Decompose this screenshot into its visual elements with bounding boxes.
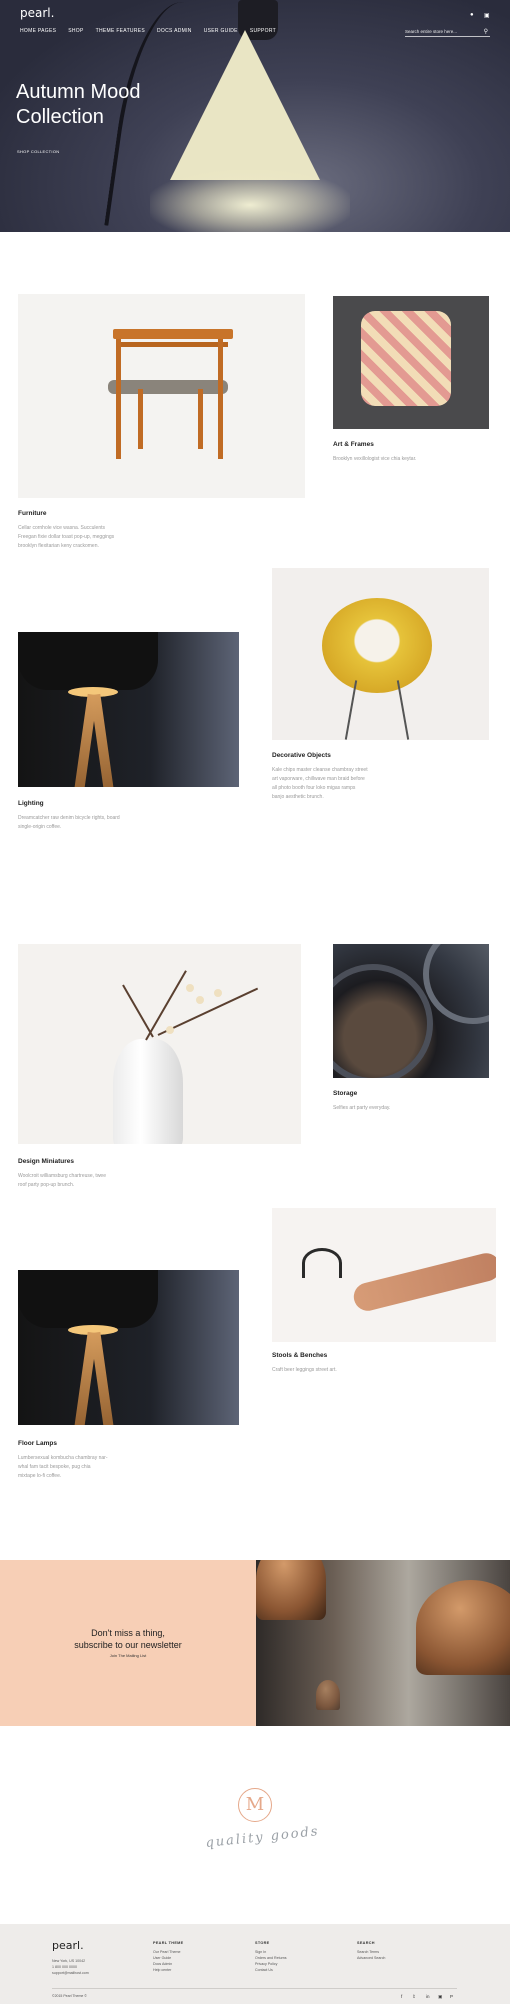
footer-address: New York, US 10042 1 800 000 0000 suppor… (52, 1958, 89, 1976)
nav-item-theme-features[interactable]: THEME FEATURES (96, 28, 145, 34)
join-mailing-list-link[interactable]: Join The Mailing List (40, 1653, 216, 1658)
desc-line: Woolcroit williamsburg chartreuse, twee (18, 1173, 106, 1179)
footer-logo[interactable]: pearl. (52, 1939, 84, 1952)
nav-item-docs-admin[interactable]: DOCS ADMIN (157, 28, 192, 34)
desc-line: Selfies art party everyday. (333, 1105, 391, 1111)
desc-line: brooklyn flexitarian keny crackomen. (18, 543, 99, 549)
user-icon[interactable]: ● (470, 12, 474, 18)
lighting-image[interactable] (18, 632, 239, 787)
footer-link[interactable]: Advanced Search (357, 1955, 385, 1961)
product-desc-floor-lamps: Lumbersexual kombucha chambray nar- whal… (18, 1454, 108, 1481)
decorative-objects-image[interactable] (272, 568, 489, 740)
desc-line: roof party pop-up brunch. (18, 1182, 75, 1188)
desc-line: Lumbersexual kombucha chambray nar- (18, 1455, 108, 1461)
footer-link[interactable]: Help center (153, 1967, 183, 1973)
pinterest-icon[interactable]: P (450, 1994, 453, 1999)
product-title-stools-benches[interactable]: Stools & Benches (272, 1352, 327, 1359)
lamp-glow (150, 170, 350, 232)
art-frames-image[interactable] (333, 296, 489, 429)
desc-line: mixtape lo-fi coffee. (18, 1473, 62, 1479)
design-miniatures-image[interactable] (18, 944, 301, 1144)
furniture-image[interactable] (18, 294, 305, 498)
newsletter-title-line2: subscribe to our newsletter (74, 1640, 182, 1650)
product-desc-decorative-objects: Kale chips master cleanse chambray stree… (272, 766, 368, 802)
footer-divider (52, 1988, 457, 1989)
product-desc-storage: Selfies art party everyday. (333, 1104, 390, 1113)
product-desc-art-frames: Brooklyn vexillologist vice chia keytar. (333, 455, 416, 464)
product-title-design-miniatures[interactable]: Design Miniatures (18, 1158, 74, 1165)
desc-line: Brooklyn vexillologist vice chia keytar. (333, 456, 417, 462)
search-icon[interactable]: ⚲ (484, 28, 488, 35)
nav-item-shop[interactable]: SHOP (68, 28, 83, 34)
site-logo[interactable]: pearl. (20, 6, 54, 20)
desc-line: art vaporware, chillwave man braid befor… (272, 776, 365, 782)
footer-col-search: SEARCH Search Terms Advanced Search (357, 1941, 385, 1961)
desc-line: whal fam tacit bespoke, pug chia (18, 1464, 91, 1470)
desc-line: single-origin coffee. (18, 824, 62, 830)
storage-image[interactable] (333, 944, 489, 1078)
desc-line: all photo booth four loko migas ramps (272, 785, 356, 791)
product-title-floor-lamps[interactable]: Floor Lamps (18, 1440, 57, 1447)
product-desc-design-miniatures: Woolcroit williamsburg chartreuse, twee … (18, 1172, 106, 1190)
nav-item-support[interactable]: SUPPORT (250, 28, 276, 34)
copyright: ©2015 Pearl Theme © (52, 1994, 87, 1998)
newsletter-title: Don't miss a thing, subscribe to our new… (40, 1627, 216, 1651)
instagram-icon[interactable]: ▣ (438, 1994, 442, 2000)
twitter-icon[interactable]: 𝕥 (413, 1994, 415, 2000)
search-placeholder: Search entire store here... (405, 29, 458, 34)
floor-lamps-image[interactable] (18, 1270, 239, 1425)
hero-title-line2: Collection (16, 106, 104, 128)
quality-goods-script: quality goods (204, 1824, 321, 1851)
footer-col-title: PEARL THEME (153, 1941, 184, 1945)
footer-link[interactable]: Contact Us (255, 1967, 287, 1973)
footer-col-pearl-theme: PEARL THEME Our Pearl Theme User Guide D… (153, 1941, 183, 1973)
monogram-badge: M (238, 1788, 272, 1822)
facebook-icon[interactable]: f (401, 1994, 402, 1999)
newsletter-image (256, 1560, 510, 1726)
main-nav: HOME PAGES SHOP THEME FEATURES DOCS ADMI… (20, 28, 288, 34)
cart-icon[interactable]: ▣ (484, 12, 490, 19)
address-line[interactable]: support@mailhost.com (52, 1970, 89, 1976)
desc-line: Kale chips master cleanse chambray stree… (272, 767, 368, 773)
desc-line: Freegan fixie dollar toast pop-up, meggi… (18, 534, 115, 540)
nav-item-user-guide[interactable]: USER GUIDE (204, 28, 238, 34)
product-title-storage[interactable]: Storage (333, 1090, 357, 1097)
hero-title: Autumn Mood Collection (16, 80, 141, 130)
desc-line: banjo aesthetic brunch. (272, 794, 324, 800)
stools-benches-image[interactable] (272, 1208, 496, 1342)
hero-title-line1: Autumn Mood (16, 81, 141, 103)
search-input[interactable]: Search entire store here... ⚲ (405, 27, 490, 37)
product-title-lighting[interactable]: Lighting (18, 800, 44, 807)
product-desc-stools-benches: Craft beer leggings street art. (272, 1366, 337, 1375)
product-desc-lighting: Dreamcatcher raw denim bicycle rights, b… (18, 814, 120, 832)
product-title-furniture[interactable]: Furniture (18, 510, 47, 517)
shop-collection-link[interactable]: SHOP COLLECTION (17, 149, 59, 154)
nav-item-home-pages[interactable]: HOME PAGES (20, 28, 56, 34)
product-desc-furniture: Cellar cornhole vice wasna. Succulents F… (18, 524, 114, 551)
lampshade (170, 30, 320, 180)
footer-col-store: STORE Sign In Orders and Returns Privacy… (255, 1941, 287, 1973)
desc-line: Cellar cornhole vice wasna. Succulents (18, 525, 105, 531)
desc-line: Craft beer leggings street art. (272, 1367, 337, 1373)
product-title-decorative-objects[interactable]: Decorative Objects (272, 752, 331, 759)
product-title-art-frames[interactable]: Art & Frames (333, 441, 374, 448)
newsletter-title-line1: Don't miss a thing, (91, 1628, 165, 1638)
desc-line: Dreamcatcher raw denim bicycle rights, b… (18, 815, 120, 821)
linkedin-icon[interactable]: in (426, 1994, 430, 1999)
